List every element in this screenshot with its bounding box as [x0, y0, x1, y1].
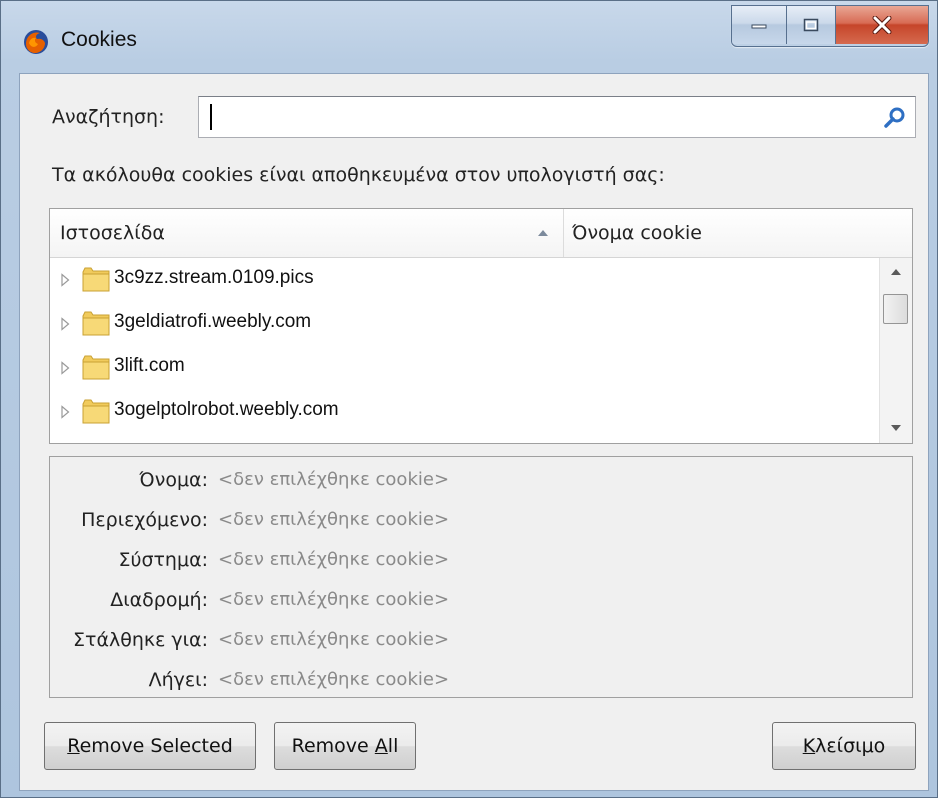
close-mnemonic: Κ [802, 735, 816, 757]
remove-all-button[interactable]: Remove All [274, 722, 416, 770]
remove-all-label: ll [387, 735, 399, 757]
remove-selected-mnemonic: R [67, 735, 80, 757]
detail-label: Όνομα: [139, 469, 208, 491]
site-name: 3c9zz.stream.0109.pics [114, 267, 314, 288]
cookie-details: Όνομα: <δεν επιλέχθηκε cookie> Περιεχόμε… [49, 456, 913, 698]
cookies-description: Τα ακόλουθα cookies είναι αποθηκευμένα σ… [52, 164, 665, 186]
site-name: 3geldiatrofi.weebly.com [114, 311, 312, 332]
close-window-button[interactable] [836, 6, 928, 44]
detail-label: Λήγει: [148, 669, 208, 691]
folder-icon [82, 443, 110, 444]
title-bar[interactable]: Cookies [1, 1, 937, 71]
tree-row[interactable]: 3c9zz.stream.0109.pics [50, 258, 880, 302]
detail-row-content: Περιεχόμενο: <δεν επιλέχθηκε cookie> [50, 501, 912, 541]
tree-row[interactable]: 3geldiatrofi.weebly.com [50, 302, 880, 346]
detail-label: Σύστημα: [118, 549, 208, 571]
remove-all-mnemonic: A [374, 735, 388, 757]
folder-icon [82, 399, 110, 424]
search-input[interactable] [199, 97, 869, 137]
detail-row-send-for: Στάλθηκε για: <δεν επιλέχθηκε cookie> [50, 621, 912, 661]
expand-arrow-icon[interactable] [60, 361, 70, 375]
close-button[interactable]: Κλείσιμο [772, 722, 916, 770]
close-icon [872, 16, 892, 34]
site-name: 3ogelptolrobot.weebly.com [114, 399, 339, 420]
folder-icon [82, 355, 110, 380]
expand-arrow-icon[interactable] [60, 317, 70, 331]
column-header-site-label: Ιστοσελίδα [60, 222, 165, 244]
search-label: Αναζήτηση: [52, 106, 165, 128]
detail-row-path: Διαδρομή: <δεν επιλέχθηκε cookie> [50, 581, 912, 621]
tree-scrollbar[interactable] [879, 258, 912, 443]
minimize-icon [751, 24, 767, 29]
tree-row[interactable]: 3ogelptolrobot.weebly.com [50, 390, 880, 434]
cookies-tree: Ιστοσελίδα Όνομα cookie 3c9zz.stream.010… [49, 208, 913, 444]
detail-row-host: Σύστημα: <δεν επιλέχθηκε cookie> [50, 541, 912, 581]
detail-label: Στάλθηκε για: [73, 629, 208, 651]
detail-value: <δεν επιλέχθηκε cookie> [218, 629, 450, 650]
folder-icon [82, 267, 110, 292]
firefox-icon [24, 30, 48, 54]
detail-value: <δεν επιλέχθηκε cookie> [218, 669, 450, 690]
remove-selected-button[interactable]: Remove Selected [44, 722, 256, 770]
window-title: Cookies [61, 28, 137, 51]
cookies-window: Cookies Αναζήτηση: Τα ακόλουθα cookies ε… [0, 0, 938, 798]
close-label: λείσιμο [815, 735, 886, 757]
search-box[interactable] [198, 96, 916, 138]
minimize-button[interactable] [732, 6, 787, 44]
dialog-body: Αναζήτηση: Τα ακόλουθα cookies είναι απο… [19, 73, 929, 791]
column-header-cookie-name[interactable]: Όνομα cookie [564, 209, 912, 257]
detail-value: <δεν επιλέχθηκε cookie> [218, 549, 450, 570]
tree-row[interactable]: 3lift.com [50, 346, 880, 390]
maximize-icon [803, 18, 819, 32]
maximize-button[interactable] [787, 6, 836, 44]
expand-arrow-icon[interactable] [60, 405, 70, 419]
window-controls [731, 5, 929, 47]
detail-value: <δεν επιλέχθηκε cookie> [218, 589, 450, 610]
expand-arrow-icon[interactable] [60, 273, 70, 287]
sort-ascending-icon [538, 230, 548, 236]
scroll-down-icon[interactable] [880, 413, 912, 443]
remove-all-prefix: Remove [291, 735, 375, 757]
scroll-thumb[interactable] [883, 294, 908, 324]
column-header-site[interactable]: Ιστοσελίδα [50, 209, 564, 257]
detail-value: <δεν επιλέχθηκε cookie> [218, 469, 450, 490]
detail-value: <δεν επιλέχθηκε cookie> [218, 509, 450, 530]
detail-row-expires: Λήγει: <δεν επιλέχθηκε cookie> [50, 661, 912, 701]
search-icon[interactable] [883, 106, 907, 130]
tree-header: Ιστοσελίδα Όνομα cookie [50, 209, 912, 258]
column-header-cookie-name-label: Όνομα cookie [572, 222, 702, 244]
tree-row-partial[interactable] [50, 434, 880, 444]
detail-row-name: Όνομα: <δεν επιλέχθηκε cookie> [50, 461, 912, 501]
detail-label: Διαδρομή: [110, 589, 208, 611]
tree-body: 3c9zz.stream.0109.pics 3geldiatrofi.weeb… [50, 258, 880, 444]
site-name: 3lift.com [114, 355, 185, 376]
detail-label: Περιεχόμενο: [81, 509, 208, 531]
text-caret [210, 104, 212, 130]
remove-selected-label: emove Selected [79, 735, 233, 757]
folder-icon [82, 311, 110, 336]
scroll-up-icon[interactable] [880, 258, 912, 288]
